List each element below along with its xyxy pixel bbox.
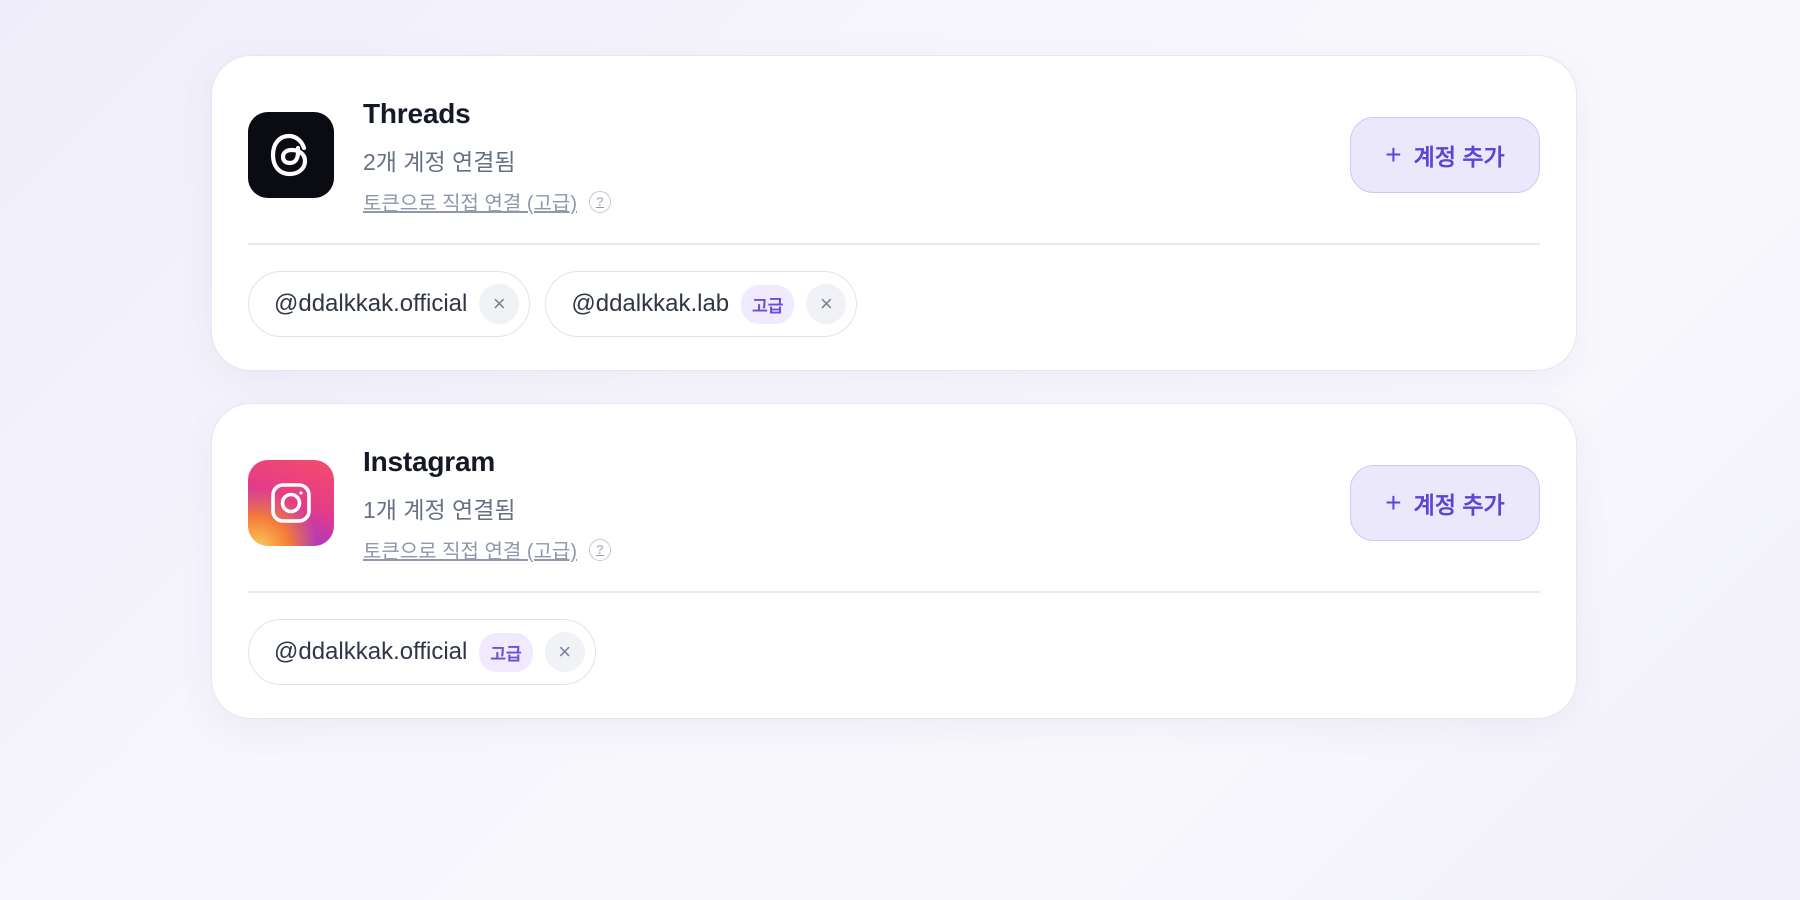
advanced-badge: 고급 <box>479 632 533 672</box>
add-account-button[interactable]: + 계정 추가 <box>1350 465 1540 541</box>
account-handle: @ddalkkak.official <box>274 638 468 665</box>
connected-count: 2개 계정 연결됨 <box>363 149 516 175</box>
account-chip: @ddalkkak.lab 고급 × <box>545 271 858 337</box>
plus-icon: + <box>1385 487 1402 518</box>
help-icon[interactable]: ? <box>589 190 611 213</box>
remove-account-close-icon[interactable]: × <box>806 284 847 324</box>
divider <box>248 591 1540 593</box>
platform-name: Threads <box>363 98 471 129</box>
platform-name: Instagram <box>363 446 496 477</box>
token-connect-label[interactable]: 토큰으로 직접 연결 (고급) <box>363 535 577 564</box>
account-chip-list: @ddalkkak.official × @ddalkkak.lab 고급 × <box>248 271 858 337</box>
platform-card-instagram: Instagram 1개 계정 연결됨 토큰으로 직접 연결 (고급) ? + … <box>211 403 1577 719</box>
help-icon[interactable]: ? <box>589 538 611 561</box>
token-connect-label[interactable]: 토큰으로 직접 연결 (고급) <box>363 187 577 216</box>
account-chip: @ddalkkak.official × <box>248 271 531 337</box>
plus-icon: + <box>1385 139 1402 170</box>
add-account-button[interactable]: + 계정 추가 <box>1350 117 1540 193</box>
add-account-label: 계정 추가 <box>1413 492 1505 518</box>
connected-count: 1개 계정 연결됨 <box>363 497 516 523</box>
account-chip-list: @ddalkkak.official 고급 × <box>248 619 596 685</box>
instagram-icon <box>248 460 334 546</box>
add-account-label: 계정 추가 <box>1413 144 1505 170</box>
account-handle: @ddalkkak.lab <box>571 290 730 317</box>
token-connect-link[interactable]: 토큰으로 직접 연결 (고급) ? <box>363 187 611 216</box>
account-chip: @ddalkkak.official 고급 × <box>248 619 596 685</box>
remove-account-close-icon[interactable]: × <box>479 284 520 324</box>
threads-icon <box>248 112 334 198</box>
remove-account-close-icon[interactable]: × <box>544 632 585 672</box>
account-handle: @ddalkkak.official <box>274 290 468 317</box>
advanced-badge: 고급 <box>741 284 795 324</box>
token-connect-link[interactable]: 토큰으로 직접 연결 (고급) ? <box>363 535 611 564</box>
divider <box>248 243 1540 245</box>
platform-card-threads: Threads 2개 계정 연결됨 토큰으로 직접 연결 (고급) ? + 계정… <box>211 55 1577 371</box>
